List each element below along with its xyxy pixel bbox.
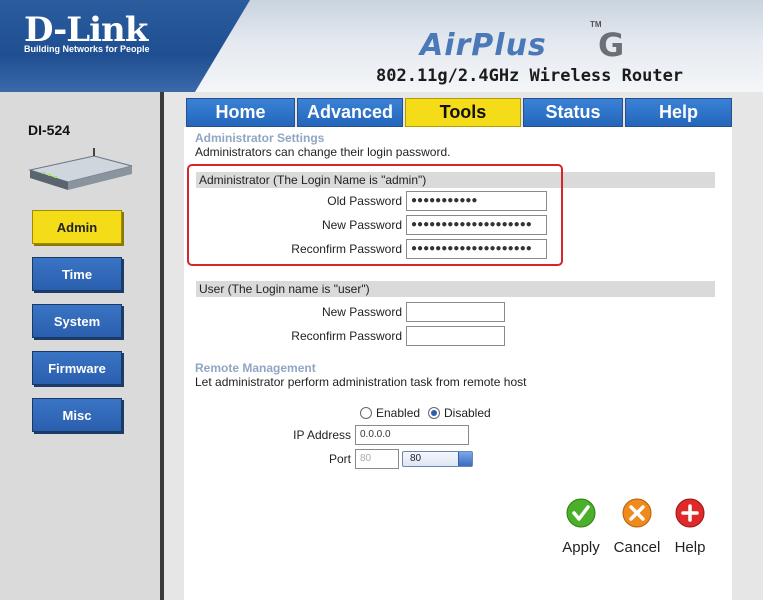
help-plus-icon bbox=[675, 498, 705, 528]
port-select-value: 80 bbox=[410, 453, 422, 464]
port-select[interactable]: 80 bbox=[402, 451, 473, 467]
disabled-label: Disabled bbox=[444, 406, 491, 420]
sidebar-item-system[interactable]: System bbox=[32, 304, 122, 338]
remote-management-description: Let administrator perform administration… bbox=[195, 375, 527, 389]
product-g-badge: G bbox=[598, 26, 625, 64]
user-reconfirm-password-label: Reconfirm Password bbox=[291, 329, 402, 343]
admin-settings-description: Administrators can change their login pa… bbox=[195, 145, 451, 159]
device-model: DI-524 bbox=[28, 122, 71, 138]
product-name: AirPlus bbox=[420, 28, 547, 63]
highlight-box bbox=[187, 164, 563, 266]
admin-settings-heading: Administrator Settings bbox=[195, 131, 325, 145]
tab-status[interactable]: Status bbox=[523, 98, 623, 127]
cancel-x-icon bbox=[622, 498, 652, 528]
ip-address-field[interactable]: 0.0.0.0 bbox=[355, 425, 469, 445]
remote-management-heading: Remote Management bbox=[195, 361, 316, 375]
apply-button[interactable]: Apply bbox=[553, 498, 609, 556]
help-button[interactable]: Help bbox=[662, 498, 718, 556]
tab-home[interactable]: Home bbox=[186, 98, 295, 127]
product-subtitle: 802.11g/2.4GHz Wireless Router bbox=[376, 66, 684, 86]
enabled-label: Enabled bbox=[376, 406, 421, 420]
sidebar-item-firmware[interactable]: Firmware bbox=[32, 351, 122, 385]
sidebar-item-admin[interactable]: Admin bbox=[32, 210, 122, 244]
user-new-password-label: New Password bbox=[321, 305, 402, 319]
sidebar-item-misc[interactable]: Misc bbox=[32, 398, 122, 432]
port-label: Port bbox=[328, 452, 351, 466]
cancel-button[interactable]: Cancel bbox=[609, 498, 665, 556]
user-reconfirm-password-field[interactable] bbox=[406, 326, 505, 346]
select-arrows-icon bbox=[458, 452, 472, 466]
tab-advanced[interactable]: Advanced bbox=[297, 98, 403, 127]
tab-help[interactable]: Help bbox=[625, 98, 732, 127]
disabled-radio[interactable] bbox=[428, 407, 440, 419]
help-label: Help bbox=[674, 539, 706, 556]
dlink-tagline: Building Networks for People bbox=[24, 44, 150, 54]
enabled-radio[interactable] bbox=[360, 407, 372, 419]
router-image bbox=[28, 148, 133, 190]
checkmark-icon bbox=[566, 498, 596, 528]
tab-tools[interactable]: Tools bbox=[405, 98, 521, 127]
sidebar-item-time[interactable]: Time bbox=[32, 257, 122, 291]
user-section-bar: User (The Login name is "user") bbox=[196, 281, 715, 297]
port-field[interactable]: 80 bbox=[355, 449, 399, 469]
user-new-password-field[interactable] bbox=[406, 302, 505, 322]
ip-address-label: IP Address bbox=[293, 428, 351, 442]
apply-label: Apply bbox=[562, 539, 600, 556]
cancel-label: Cancel bbox=[613, 539, 661, 556]
